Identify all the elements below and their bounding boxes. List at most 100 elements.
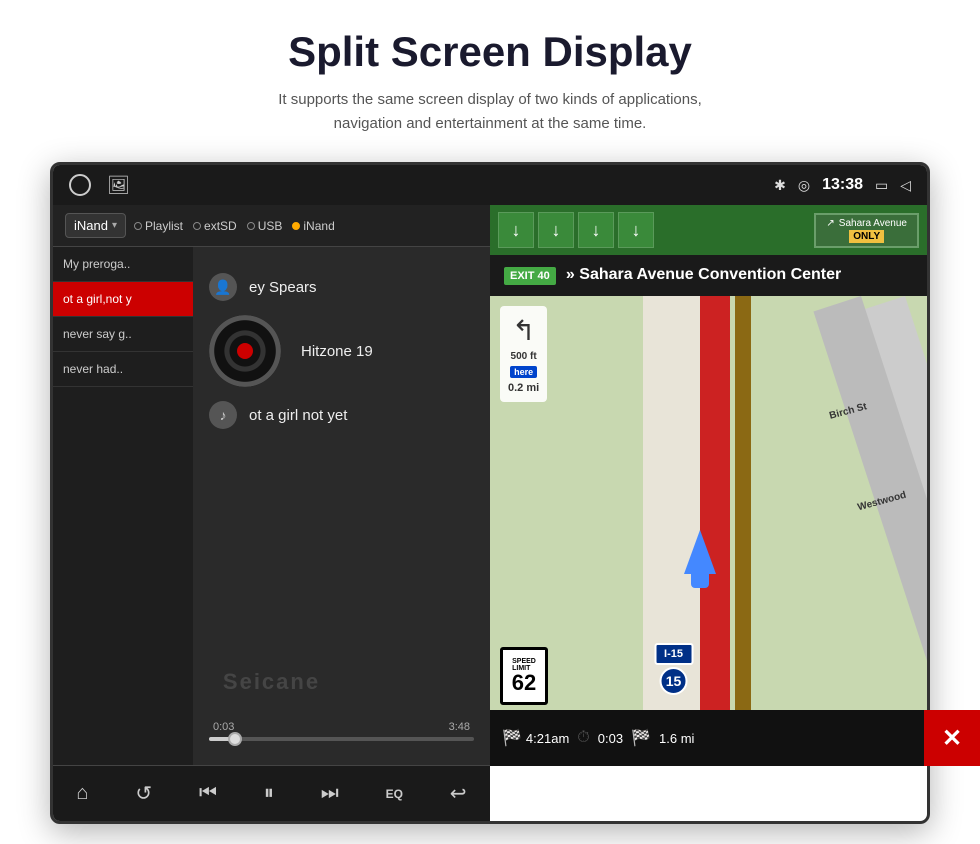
source-tab-extsd-label: extSD — [204, 219, 237, 233]
track-item[interactable]: never say g.. — [53, 317, 193, 352]
status-left: 🖼 — [69, 174, 130, 196]
eta-divider-2: 🏁 — [631, 728, 651, 748]
player-info: 👤 ey Spears Hitzone 19 ♪ ot a girl not y… — [193, 247, 490, 765]
vinyl-center — [237, 343, 253, 359]
image-icon: 🖼 — [107, 175, 130, 196]
vinyl-icon — [209, 315, 281, 387]
turn-distance-mi: 0.2 mi — [508, 382, 539, 394]
close-nav-button[interactable]: ✕ — [924, 710, 930, 766]
page-header: Split Screen Display It supports the sam… — [0, 0, 980, 152]
eta-arrival-time: 4:21am — [526, 731, 569, 746]
back-icon: ◁ — [900, 177, 911, 194]
status-right: ✱ ◎ 13:38 ▭ ◁ — [774, 176, 911, 194]
highway-i15-label: I-15 — [654, 643, 693, 665]
source-tab-extsd[interactable]: extSD — [193, 219, 237, 233]
checkered-flag-start-icon: 🏁 — [502, 728, 522, 748]
progress-times: 0:03 3:48 — [209, 721, 474, 733]
source-tab-inand-label: iNand — [303, 219, 334, 233]
device-frame: 🖼 ✱ ◎ 13:38 ▭ ◁ iNand ▾ Playlist — [50, 162, 930, 824]
track-item[interactable]: never had.. — [53, 352, 193, 387]
nav-bottom-bar: 🏁 4:21am ⏱ 0:03 🏁 1.6 mi ✕ — [490, 710, 930, 766]
bottom-controls-row: ⌂ ↺ ⏮ ⏸ ⏭ EQ ↩ 🏁 4:21am ⏱ 0:03 🏁 1.6 m — [53, 765, 927, 821]
highway-arrow-4: ↓ — [618, 212, 654, 248]
source-selector[interactable]: iNand ▾ — [65, 213, 126, 238]
eta-distance: 1.6 mi — [659, 731, 694, 746]
radio-extsd-icon — [193, 222, 201, 230]
page-title: Split Screen Display — [40, 28, 940, 76]
progress-section: 0:03 3:48 — [209, 713, 474, 749]
artist-icon: 👤 — [209, 273, 237, 301]
nav-arrow-up — [684, 530, 716, 574]
eq-button[interactable]: EQ — [374, 779, 415, 809]
source-tab-usb-label: USB — [258, 219, 283, 233]
eta-arrival: 🏁 4:21am — [502, 728, 569, 748]
album-name: Hitzone 19 — [301, 343, 373, 360]
nav-eta: 🏁 4:21am ⏱ 0:03 🏁 1.6 mi — [490, 728, 924, 748]
screen-icon: ▭ — [875, 177, 888, 194]
nav-panel: ↓ ↓ ↓ ↓ ↗ Sahara Avenue ONLY EXIT 40 » S… — [490, 205, 927, 765]
progress-total: 3:48 — [449, 721, 470, 733]
playlist-header: iNand ▾ Playlist extSD USB — [53, 205, 490, 247]
repeat-button[interactable]: ↺ — [123, 773, 164, 814]
next-button[interactable]: ⏭ — [309, 774, 351, 813]
exit-arrow-text: ↗ Sahara Avenue — [826, 218, 907, 229]
highway-arrow-1: ↓ — [498, 212, 534, 248]
map-area: Birch St Westwood ↱ 500 ft here 0.2 mi S… — [490, 296, 927, 765]
track-list: My preroga.. ot a girl,not y never say g… — [53, 247, 193, 765]
source-tabs: Playlist extSD USB iNand — [134, 219, 335, 233]
status-bar: 🖼 ✱ ◎ 13:38 ▭ ◁ — [53, 165, 927, 205]
road-brown — [735, 296, 751, 765]
split-container: iNand ▾ Playlist extSD USB — [53, 205, 927, 765]
turn-panel: ↱ 500 ft here 0.2 mi — [500, 306, 547, 402]
music-panel: iNand ▾ Playlist extSD USB — [53, 205, 490, 765]
nav-arrow-body — [691, 572, 709, 588]
highway-strip: ↓ ↓ ↓ ↓ ↗ Sahara Avenue ONLY — [490, 205, 927, 255]
artist-row: 👤 ey Spears — [209, 273, 474, 301]
song-name: ot a girl not yet — [249, 407, 347, 424]
exit-description: » Sahara Avenue Convention Center — [566, 266, 841, 283]
page-subtitle: It supports the same screen display of t… — [40, 88, 940, 136]
eta-divider-1: ⏱ — [577, 729, 589, 747]
radio-inand-icon — [292, 222, 300, 230]
radio-playlist-icon — [134, 222, 142, 230]
player-meta: 👤 ey Spears Hitzone 19 ♪ ot a girl not y… — [209, 273, 474, 429]
bluetooth-icon: ✱ — [774, 177, 786, 194]
source-tab-playlist-label: Playlist — [145, 219, 183, 233]
prev-button[interactable]: ⏮ — [187, 774, 229, 813]
track-item[interactable]: My preroga.. — [53, 247, 193, 282]
track-item-active[interactable]: ot a girl,not y — [53, 282, 193, 317]
source-tab-playlist[interactable]: Playlist — [134, 219, 183, 233]
speed-limit-value: 62 — [512, 672, 536, 694]
source-tab-usb[interactable]: USB — [247, 219, 283, 233]
eta-elapsed: 0:03 — [598, 731, 623, 746]
player-area: My preroga.. ot a girl,not y never say g… — [53, 247, 490, 765]
status-time: 13:38 — [822, 176, 863, 194]
turn-arrow-icon: ↱ — [512, 314, 535, 347]
speed-limit-sign: SPEEDLIMIT 62 — [500, 647, 548, 705]
album-row: Hitzone 19 — [209, 315, 474, 387]
exit-right-sign: ↗ Sahara Avenue ONLY — [814, 213, 919, 248]
source-tab-inand[interactable]: iNand — [292, 219, 334, 233]
back-button[interactable]: ↩ — [438, 773, 479, 814]
home-button[interactable]: ⌂ — [64, 774, 100, 813]
nav-arrow-container — [684, 530, 716, 588]
only-badge: ONLY — [849, 230, 884, 243]
radio-usb-icon — [247, 222, 255, 230]
progress-bar[interactable] — [209, 737, 474, 741]
music-note-icon: ♪ — [209, 401, 237, 429]
highway-badge-15: 15 — [660, 667, 688, 695]
chevron-down-icon: ▾ — [112, 220, 117, 231]
highway-badge-container: I-15 15 — [654, 643, 693, 695]
progress-thumb[interactable] — [228, 732, 242, 746]
source-label: iNand — [74, 218, 108, 233]
here-badge: here — [510, 366, 537, 378]
song-row: ♪ ot a girl not yet — [209, 401, 474, 429]
highway-arrow-2: ↓ — [538, 212, 574, 248]
home-circle-icon[interactable] — [69, 174, 91, 196]
location-icon: ◎ — [798, 177, 810, 194]
eta-distance-value: 1.6 mi — [659, 731, 694, 746]
turn-distance: 500 ft — [511, 351, 537, 362]
eta-elapsed-time: 0:03 — [598, 731, 623, 746]
play-pause-button[interactable]: ⏸ — [252, 774, 286, 813]
progress-current: 0:03 — [213, 721, 234, 733]
